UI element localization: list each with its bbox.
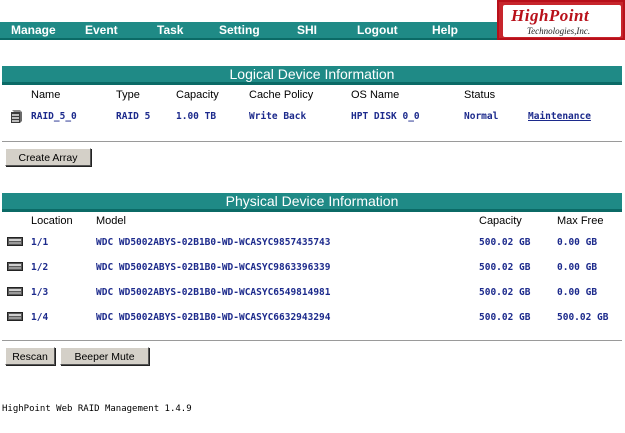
col-header-capacity: Capacity [176, 89, 219, 101]
col-header-location: Location [31, 215, 73, 227]
disk-model: WDC WD5002ABYS-02B1B0-WD-WCASYC663294329… [96, 312, 331, 323]
physical-section-cap [2, 209, 622, 212]
logical-section-title: Logical Device Information [2, 66, 622, 82]
nav-underline [0, 38, 497, 40]
col-header-name: Name [31, 89, 61, 101]
disk-location: 1/1 [31, 237, 49, 248]
nav-manage[interactable]: Manage [11, 23, 56, 37]
disk-location: 1/2 [31, 262, 49, 273]
array-os-name: HPT DISK 0_0 [351, 111, 420, 122]
disk-capacity: 500.02 GB [479, 287, 531, 298]
rescan-button[interactable]: Rescan [5, 347, 55, 365]
disk-capacity: 500.02 GB [479, 312, 531, 323]
maintenance-link[interactable]: Maintenance [528, 111, 591, 122]
hard-disk-icon[interactable] [7, 262, 23, 271]
disk-max-free: 500.02 GB [557, 312, 609, 323]
logo-panel: HighPoint Technologies,Inc. [503, 5, 621, 37]
array-capacity: 1.00 TB [176, 111, 217, 122]
col-header-max-free: Max Free [557, 215, 604, 227]
nav-help[interactable]: Help [432, 23, 458, 37]
col-header-os-name: OS Name [351, 89, 400, 101]
disk-capacity: 500.02 GB [479, 237, 531, 248]
logical-section-cap [2, 82, 622, 85]
disk-model: WDC WD5002ABYS-02B1B0-WD-WCASYC986339633… [96, 262, 331, 273]
create-array-button[interactable]: Create Array [5, 148, 91, 166]
beeper-mute-button[interactable]: Beeper Mute [60, 347, 149, 365]
nav-setting[interactable]: Setting [219, 23, 260, 37]
array-cache-policy: Write Back [249, 111, 307, 122]
disk-max-free: 0.00 GB [557, 287, 598, 298]
array-status: Normal [464, 111, 499, 122]
col-header-status: Status [464, 89, 496, 101]
version-text: HighPoint Web RAID Management 1.4.9 [2, 404, 192, 414]
col-header-model: Model [96, 215, 126, 227]
disk-model: WDC WD5002ABYS-02B1B0-WD-WCASYC985743574… [96, 237, 331, 248]
nav-logout[interactable]: Logout [357, 23, 398, 37]
hard-disk-icon[interactable] [7, 287, 23, 296]
disk-model: WDC WD5002ABYS-02B1B0-WD-WCASYC654981498… [96, 287, 331, 298]
col-header-disk-capacity: Capacity [479, 215, 522, 227]
physical-section-title: Physical Device Information [2, 193, 622, 209]
nav-task[interactable]: Task [157, 23, 183, 37]
disk-max-free: 0.00 GB [557, 262, 598, 273]
logo-title: HighPoint [511, 6, 590, 25]
hard-disk-icon[interactable] [7, 237, 23, 246]
array-type: RAID 5 [116, 111, 151, 122]
array-name: RAID_5_0 [31, 111, 77, 122]
disk-max-free: 0.00 GB [557, 237, 598, 248]
col-header-cache-policy: Cache Policy [249, 89, 314, 101]
array-icon[interactable] [9, 108, 23, 124]
physical-divider [2, 340, 622, 341]
logical-divider [2, 141, 622, 142]
nav-shi[interactable]: SHI [297, 23, 317, 37]
top-bar: Manage Event Task Setting SHI Logout Hel… [0, 0, 625, 40]
nav-event[interactable]: Event [85, 23, 118, 37]
col-header-type: Type [116, 89, 140, 101]
top-strip [0, 0, 497, 22]
logo-subtitle: Technologies,Inc. [527, 26, 591, 36]
disk-location: 1/4 [31, 312, 49, 323]
disk-location: 1/3 [31, 287, 49, 298]
main-nav: Manage Event Task Setting SHI Logout Hel… [0, 22, 497, 38]
brand-logo: HighPoint Technologies,Inc. [497, 0, 625, 40]
disk-capacity: 500.02 GB [479, 262, 531, 273]
hard-disk-icon[interactable] [7, 312, 23, 321]
